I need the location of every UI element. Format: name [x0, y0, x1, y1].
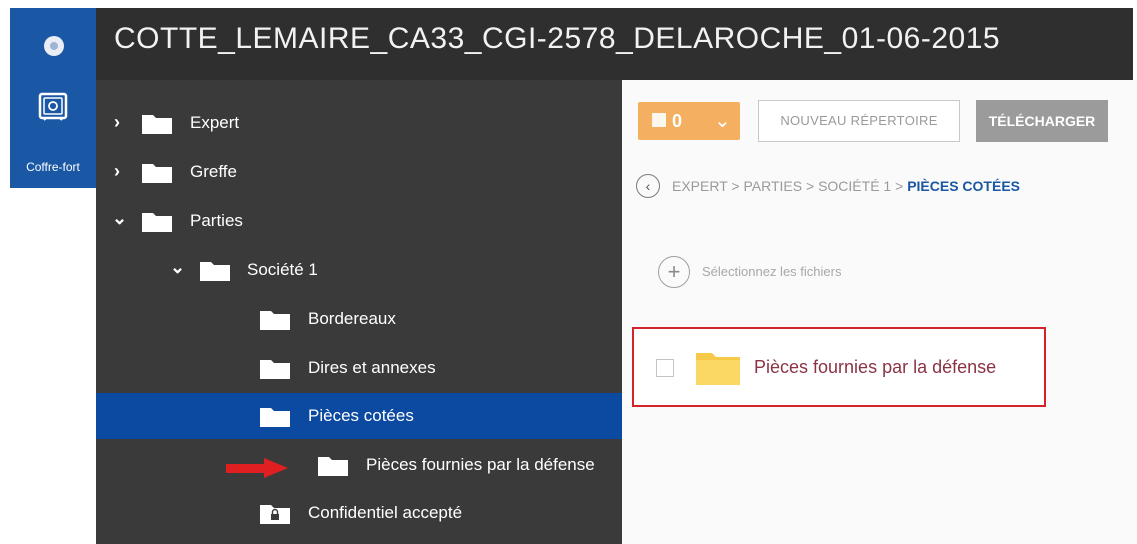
page-title: COTTE_LEMAIRE_CA33_CGI-2578_DELAROCHE_01… — [114, 22, 1001, 55]
folder-icon — [142, 213, 172, 232]
tree-item-label: Pièces cotées — [308, 406, 414, 425]
selection-count: 0 — [672, 111, 683, 131]
tree-item-label: Société 1 — [247, 260, 318, 279]
rail-header — [10, 8, 96, 80]
tree-item-label: Expert — [190, 113, 240, 132]
tree-item-label: Pièces fournies par la défense — [366, 455, 595, 474]
folder-icon — [318, 457, 348, 476]
tree-item-pieces-fournies[interactable]: Pièces fournies par la défense — [96, 442, 622, 488]
sidebar-item-label: Coffre-fort — [26, 160, 80, 174]
red-arrow-icon — [226, 458, 288, 478]
tree-item-label: Parties — [190, 211, 243, 230]
breadcrumb-item[interactable]: SOCIÉTÉ 1 — [818, 178, 891, 194]
tree-item-confidentiel-accepte[interactable]: Confidentiel accepté — [96, 490, 622, 536]
item-checkbox[interactable] — [656, 359, 674, 377]
tree-item-expert[interactable]: › Expert — [96, 100, 622, 146]
breadcrumb-separator: > — [806, 178, 815, 194]
upload-label[interactable]: Sélectionnez les fichiers — [702, 264, 841, 279]
folder-icon — [142, 115, 172, 134]
tree-item-parties[interactable]: ⌄ Parties — [96, 198, 622, 244]
tree-item-societe-1[interactable]: ⌄ Société 1 — [96, 247, 622, 293]
breadcrumb-current: PIÈCES COTÉES — [907, 178, 1020, 194]
tree-item-label: Bordereaux — [308, 309, 396, 328]
content-pane: 0 ⌄ NOUVEAU RÉPERTOIRE TÉLÉCHARGER ‹ EXP… — [622, 80, 1137, 544]
folder-icon — [200, 262, 230, 281]
selection-dropdown[interactable]: 0 ⌄ — [638, 102, 740, 140]
chevron-down-icon: ⌄ — [714, 110, 731, 132]
chevron-down-icon[interactable]: ⌄ — [112, 208, 127, 229]
breadcrumb-separator: > — [895, 178, 904, 194]
sidebar-item-coffre-fort[interactable]: Coffre-fort — [10, 80, 96, 188]
breadcrumb-item[interactable]: EXPERT — [672, 178, 728, 194]
folder-tree: › Expert › Greffe ⌄ Parties ⌄ Société 1 … — [96, 80, 622, 544]
download-button[interactable]: TÉLÉCHARGER — [976, 100, 1108, 142]
chevron-right-icon[interactable]: › — [114, 161, 120, 182]
tree-item-dires-et-annexes[interactable]: Dires et annexes — [96, 345, 622, 391]
app-logo-icon[interactable] — [44, 36, 64, 56]
safe-icon — [38, 92, 68, 121]
chevron-right-icon[interactable]: › — [114, 112, 120, 133]
folder-icon — [696, 353, 740, 385]
locked-folder-icon — [260, 505, 290, 524]
breadcrumb-item[interactable]: PARTIES — [743, 178, 802, 194]
title-bar: COTTE_LEMAIRE_CA33_CGI-2578_DELAROCHE_01… — [96, 8, 1133, 80]
checkbox-icon — [652, 113, 666, 127]
folder-icon — [142, 164, 172, 183]
tree-item-label: Confidentiel accepté — [308, 503, 463, 522]
app-rail: Coffre-fort — [10, 8, 96, 544]
back-icon[interactable]: ‹ — [636, 174, 660, 198]
folder-icon — [260, 311, 290, 330]
tree-item-greffe[interactable]: › Greffe — [96, 149, 622, 195]
chevron-down-icon[interactable]: ⌄ — [170, 257, 185, 278]
add-icon[interactable]: + — [658, 256, 690, 288]
file-name[interactable]: Pièces fournies par la défense — [754, 357, 996, 378]
new-folder-button[interactable]: NOUVEAU RÉPERTOIRE — [758, 100, 960, 142]
file-list-item[interactable]: Pièces fournies par la défense — [632, 327, 1046, 407]
tree-item-pieces-cotees[interactable]: Pièces cotées — [96, 393, 622, 439]
folder-icon — [260, 408, 290, 427]
tree-item-label: Dires et annexes — [308, 358, 436, 377]
tree-item-bordereaux[interactable]: Bordereaux — [96, 296, 622, 342]
breadcrumb-separator: > — [731, 178, 740, 194]
tree-item-label: Greffe — [190, 162, 237, 181]
folder-icon — [260, 360, 290, 379]
